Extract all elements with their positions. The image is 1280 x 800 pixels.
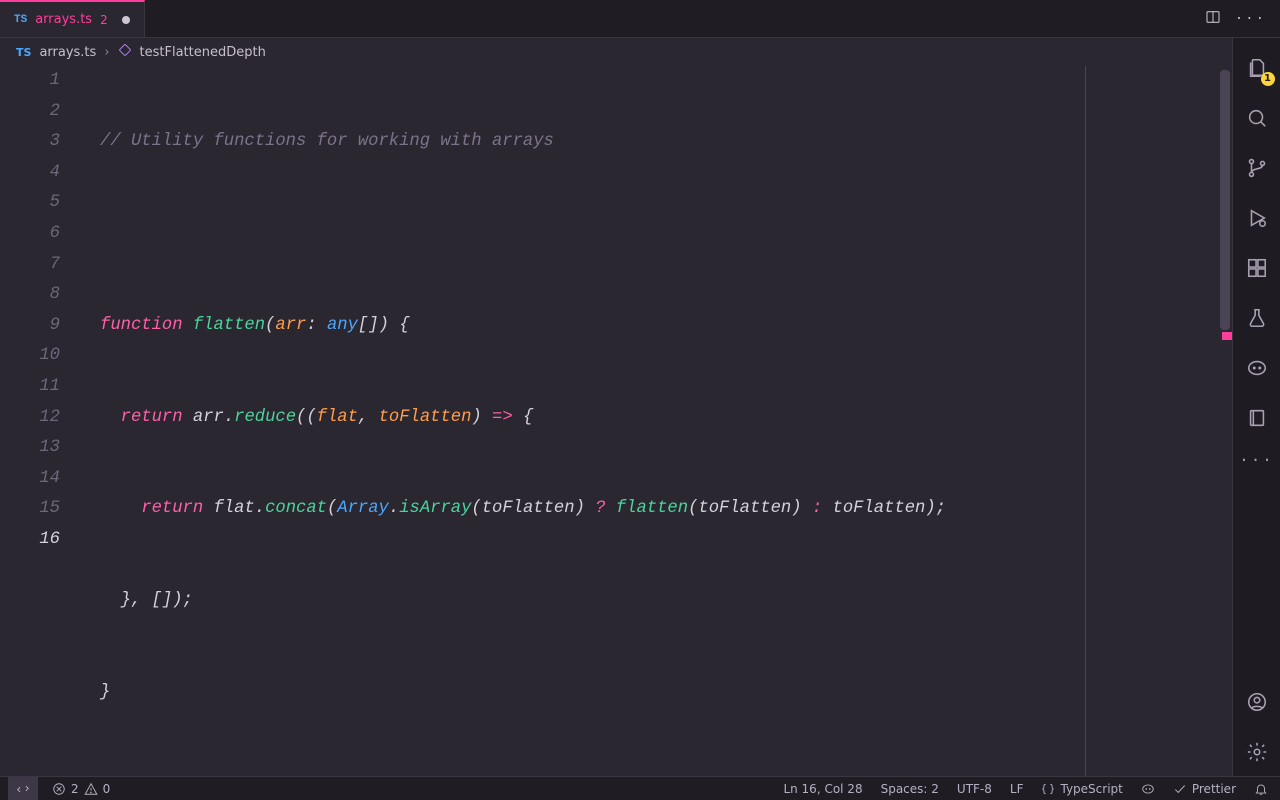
code-content[interactable]: // Utility functions for working with ar…: [100, 66, 1172, 776]
indentation-button[interactable]: Spaces: 2: [881, 782, 939, 796]
tab-filename: arrays.ts: [35, 12, 92, 27]
breadcrumb-file[interactable]: arrays.ts: [39, 45, 96, 60]
status-bar: 2 0 Ln 16, Col 28 Spaces: 2 UTF-8 LF Typ…: [0, 776, 1280, 800]
accounts-button[interactable]: [1233, 678, 1280, 726]
beaker-icon: [1246, 307, 1268, 329]
dirty-indicator-icon: [122, 16, 130, 24]
copilot-icon: [1246, 357, 1268, 379]
remote-button[interactable]: [8, 777, 38, 800]
breadcrumb-symbol[interactable]: testFlattenedDepth: [140, 45, 266, 60]
encoding-button[interactable]: UTF-8: [957, 782, 992, 796]
account-icon: [1246, 691, 1268, 713]
error-icon: [52, 782, 66, 796]
copilot-button[interactable]: [1233, 344, 1280, 392]
extensions-icon: [1246, 257, 1268, 279]
tab-bar: TS arrays.ts 2 ···: [0, 0, 1280, 38]
warning-icon: [84, 782, 98, 796]
notebook-button[interactable]: [1233, 394, 1280, 442]
extensions-button[interactable]: [1233, 244, 1280, 292]
tab-arrays-ts[interactable]: TS arrays.ts 2: [0, 0, 145, 37]
eol-button[interactable]: LF: [1010, 782, 1024, 796]
cursor-position-button[interactable]: Ln 16, Col 28: [783, 782, 862, 796]
prettier-button[interactable]: Prettier: [1173, 782, 1236, 796]
overview-error-marker[interactable]: [1222, 332, 1232, 340]
source-control-button[interactable]: [1233, 144, 1280, 192]
split-editor-button[interactable]: [1205, 9, 1221, 29]
typescript-icon: TS: [16, 46, 31, 59]
typescript-icon: TS: [14, 14, 27, 26]
testing-button[interactable]: [1233, 294, 1280, 342]
copilot-icon: [1141, 782, 1155, 796]
git-branch-icon: [1246, 157, 1268, 179]
copilot-status-button[interactable]: [1141, 782, 1155, 796]
chevron-right-icon: ›: [104, 45, 109, 60]
notifications-button[interactable]: [1254, 782, 1268, 796]
check-icon: [1173, 782, 1187, 796]
play-bug-icon: [1246, 207, 1268, 229]
tab-more-button[interactable]: ···: [1235, 11, 1266, 27]
remote-icon: [16, 782, 30, 796]
braces-icon: [1041, 782, 1055, 796]
scrollbar-thumb[interactable]: [1220, 70, 1230, 330]
breadcrumb[interactable]: TS arrays.ts › testFlattenedDepth: [0, 38, 1232, 66]
book-icon: [1246, 407, 1268, 429]
settings-button[interactable]: [1233, 728, 1280, 776]
activity-bar: 1 ···: [1232, 38, 1280, 776]
explorer-badge: 1: [1261, 72, 1275, 86]
split-icon: [1205, 9, 1221, 25]
search-icon: [1246, 107, 1268, 129]
code-editor[interactable]: 1234 5678 9101112 13141516 // Utility fu…: [0, 66, 1232, 776]
problems-button[interactable]: 2 0: [52, 782, 110, 796]
search-button[interactable]: [1233, 94, 1280, 142]
language-mode-button[interactable]: TypeScript: [1041, 782, 1122, 796]
overview-ruler[interactable]: [1218, 66, 1232, 776]
gear-icon: [1246, 741, 1268, 763]
bell-icon: [1254, 782, 1268, 796]
method-icon: [118, 43, 132, 61]
activity-more-button[interactable]: ···: [1239, 444, 1274, 476]
tab-error-count: 2: [100, 13, 108, 27]
line-number-gutter[interactable]: 1234 5678 9101112 13141516: [0, 66, 78, 647]
run-debug-button[interactable]: [1233, 194, 1280, 242]
explorer-button[interactable]: 1: [1233, 44, 1280, 92]
